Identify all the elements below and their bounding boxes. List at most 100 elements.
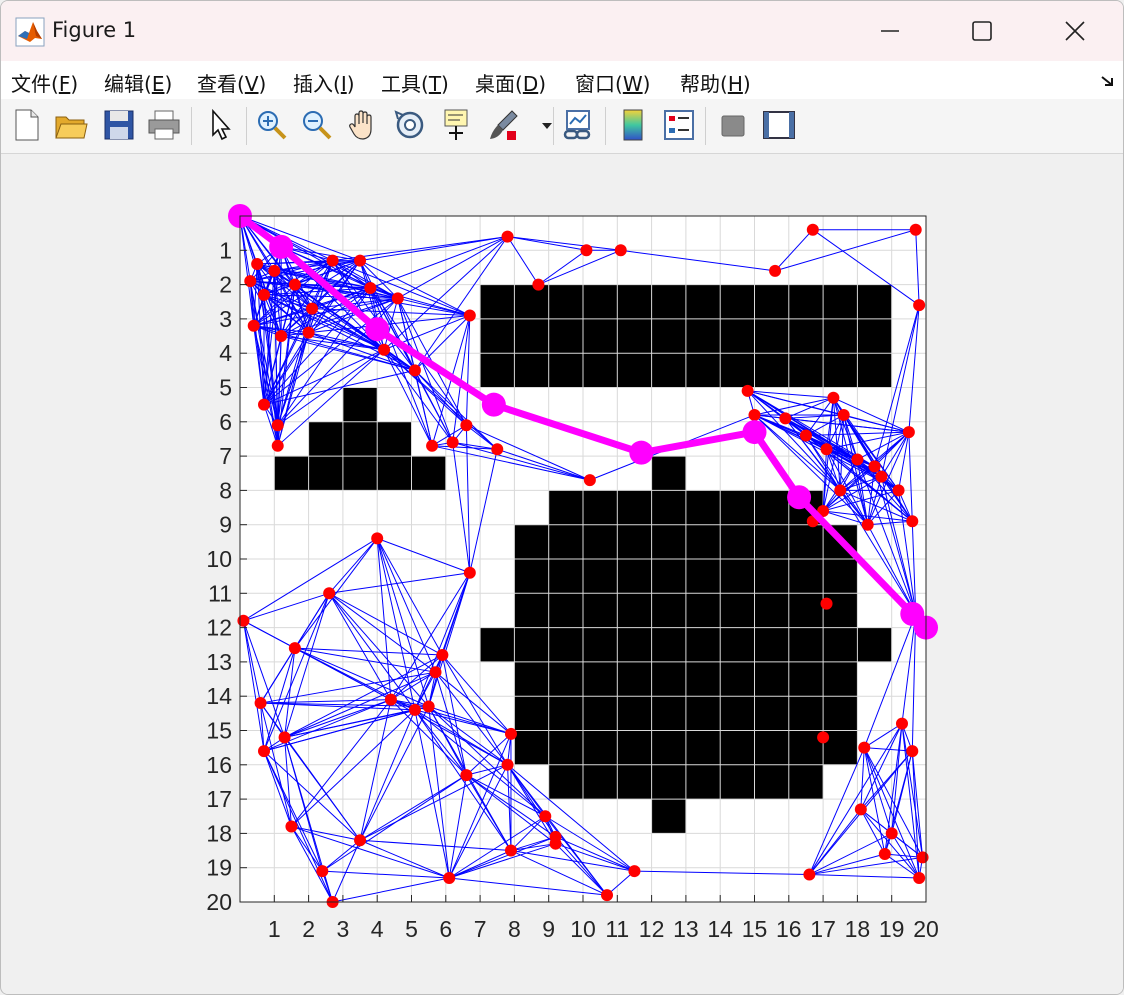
y-tick-label: 3 — [219, 306, 232, 332]
menu-help[interactable]: 帮助(H) — [680, 68, 751, 97]
hide-plot-tools-icon — [721, 115, 745, 137]
print-icon — [148, 110, 180, 140]
sample-node — [354, 254, 367, 267]
sample-node — [285, 820, 298, 833]
sample-node — [614, 244, 627, 257]
menu-insert[interactable]: 插入(I) — [293, 68, 355, 97]
maximize-button[interactable] — [936, 1, 1028, 61]
menu-file-key: F — [58, 72, 71, 96]
menu-help-suffix: ) — [742, 72, 751, 96]
sample-node — [820, 443, 833, 456]
new-figure-button[interactable] — [9, 107, 45, 143]
sample-node — [271, 419, 284, 432]
close-icon — [1065, 21, 1085, 41]
brush-icon — [490, 110, 518, 140]
title-bar[interactable]: Figure 1 — [1, 1, 1123, 61]
obstacle-block — [274, 456, 309, 491]
y-tick-label: 12 — [206, 615, 232, 641]
menu-tools-suffix: ) — [441, 72, 449, 96]
sample-node — [549, 837, 562, 850]
sample-node — [446, 436, 459, 449]
sample-node — [460, 419, 473, 432]
sample-node — [247, 319, 260, 332]
data-cursor-button[interactable] — [438, 107, 474, 143]
x-tick-label: 10 — [570, 916, 596, 942]
hide-plot-tools-button[interactable] — [715, 107, 751, 143]
pointer-button[interactable] — [203, 107, 239, 143]
x-tick-label: 1 — [268, 916, 281, 942]
menu-file-label: 文件( — [11, 72, 59, 96]
y-tick-label: 1 — [219, 237, 232, 263]
x-tick-label: 20 — [913, 916, 939, 942]
menu-insert-suffix: ) — [346, 72, 355, 96]
pointer-icon — [212, 108, 231, 141]
legend-button[interactable] — [661, 107, 697, 143]
sample-node — [916, 851, 929, 864]
sample-node — [371, 532, 384, 545]
data-cursor-icon — [444, 109, 468, 140]
minimize-button[interactable] — [844, 1, 936, 61]
path-waypoint — [481, 392, 506, 417]
menu-desktop-suffix: ) — [538, 72, 547, 96]
save-button[interactable] — [101, 107, 137, 143]
menu-desktop[interactable]: 桌面(D) — [475, 68, 546, 97]
sample-node — [429, 666, 442, 679]
zoom-in-icon — [258, 111, 287, 140]
menu-edit[interactable]: 编辑(E) — [104, 68, 172, 97]
link-plot-button[interactable] — [561, 107, 597, 143]
dock-figure-icon[interactable] — [1099, 72, 1117, 90]
sample-node — [820, 597, 833, 610]
close-button[interactable] — [1029, 1, 1121, 61]
path-waypoint — [365, 317, 390, 342]
menu-help-key: H — [727, 72, 743, 96]
sample-node — [422, 700, 435, 713]
sample-node — [391, 292, 404, 305]
toolbar-separator — [605, 107, 606, 145]
zoom-in-button[interactable] — [254, 107, 290, 143]
sample-node — [741, 384, 754, 397]
window-title: Figure 1 — [52, 18, 137, 42]
sample-node — [258, 288, 271, 301]
pan-button[interactable] — [346, 107, 382, 143]
sample-node — [769, 264, 782, 277]
sample-node — [878, 847, 891, 860]
menu-bar: 文件(F) 编辑(E) 查看(V) 插入(I) 工具(T) 桌面(D) 窗口(W… — [1, 61, 1123, 99]
sample-node — [364, 282, 377, 295]
sample-node — [426, 439, 439, 452]
zoom-out-button[interactable] — [299, 107, 335, 143]
sample-node — [895, 717, 908, 730]
menu-window-key: W — [622, 72, 643, 96]
obstacle-block — [480, 627, 515, 662]
show-plot-tools-button[interactable] — [761, 107, 797, 143]
path-waypoint — [742, 420, 767, 445]
menu-file[interactable]: 文件(F) — [11, 68, 78, 97]
rotate-3d-button[interactable] — [392, 107, 428, 143]
prm-path-plot[interactable]: 1 2 3 4 5 6 7 8 9 10 11 12 13 14 15 16 17 18 19 20 12345678… — [3, 154, 1123, 994]
menu-tools[interactable]: 工具(T) — [381, 68, 449, 97]
sample-node — [806, 223, 819, 236]
menu-file-suffix: ) — [70, 72, 79, 96]
print-button[interactable] — [146, 107, 182, 143]
brush-button[interactable] — [486, 107, 522, 143]
path-waypoint — [787, 485, 812, 510]
x-tick-label: 18 — [845, 916, 871, 942]
open-file-button[interactable] — [53, 107, 89, 143]
sample-node — [817, 731, 830, 744]
toolbar-separator — [246, 107, 247, 145]
menu-desktop-key: D — [522, 72, 539, 96]
sample-node — [275, 330, 288, 343]
sample-node — [463, 566, 476, 579]
sample-node — [436, 649, 449, 662]
brush-dropdown-button[interactable] — [529, 107, 552, 143]
menu-view-key: V — [244, 72, 259, 96]
chevron-down-icon — [542, 123, 552, 129]
menu-view[interactable]: 查看(V) — [197, 68, 266, 97]
menu-window[interactable]: 窗口(W) — [575, 68, 650, 97]
sample-node — [902, 426, 915, 439]
x-tick-label: 5 — [405, 916, 418, 942]
colorbar-button[interactable] — [615, 107, 651, 143]
x-tick-label: 17 — [810, 916, 836, 942]
sample-node — [601, 889, 614, 902]
y-tick-label: 4 — [219, 340, 232, 366]
sample-node — [302, 326, 315, 339]
